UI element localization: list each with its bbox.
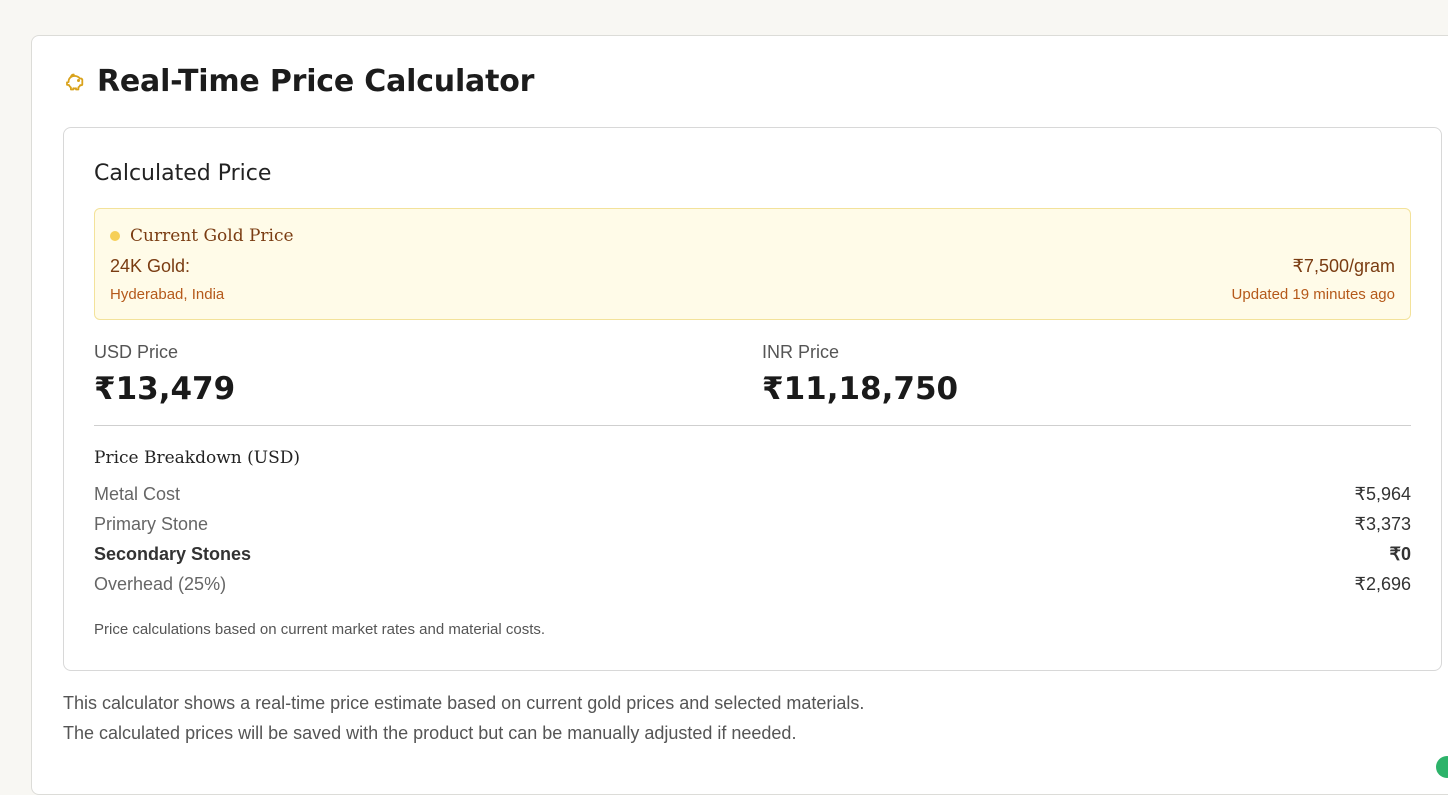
gold-karat-label: 24K Gold: [110,256,190,277]
gold-price-box: Current Gold Price 24K Gold: ₹7,500/gram… [94,208,1411,320]
breakdown-row-metal-cost: Metal Cost ₹5,964 [94,482,1411,506]
breakdown-label: Metal Cost [94,484,180,505]
inr-price-label: INR Price [762,342,839,363]
breakdown-label: Overhead (25%) [94,574,226,595]
breakdown-title: Price Breakdown (USD) [94,448,300,468]
card-header: Real-Time Price Calculator [63,64,534,99]
usd-price-label: USD Price [94,342,178,363]
calculation-note: Price calculations based on current mark… [94,621,545,638]
gold-location: Hyderabad, India [110,286,224,303]
breakdown-value: ₹0 [1390,544,1411,565]
footer-line-2: The calculated prices will be saved with… [63,723,796,744]
breakdown-value: ₹5,964 [1355,484,1412,505]
breakdown-row-primary-stone: Primary Stone ₹3,373 [94,512,1411,536]
panel-title: Calculated Price [94,161,271,186]
breakdown-value: ₹3,373 [1355,514,1412,535]
footer-line-1: This calculator shows a real-time price … [63,693,864,714]
calculator-card: Real-Time Price Calculator Calculated Pr… [31,35,1448,795]
calculated-price-panel: Calculated Price Current Gold Price 24K … [63,127,1442,671]
breakdown-row-overhead: Overhead (25%) ₹2,696 [94,572,1411,596]
gold-price-heading: Current Gold Price [130,226,294,246]
gold-updated-time: Updated 19 minutes ago [1232,286,1395,303]
inr-price-value: ₹11,18,750 [762,371,958,407]
usd-price-value: ₹13,479 [94,371,235,407]
breakdown-row-secondary-stones: Secondary Stones ₹0 [94,542,1411,566]
piggy-bank-icon [63,70,87,94]
breakdown-value: ₹2,696 [1355,574,1412,595]
divider [94,425,1411,426]
breakdown-label: Primary Stone [94,514,208,535]
page-title: Real-Time Price Calculator [97,64,534,99]
breakdown-label: Secondary Stones [94,544,251,565]
status-dot-icon [110,231,120,241]
gold-price-value: ₹7,500/gram [1292,256,1395,277]
